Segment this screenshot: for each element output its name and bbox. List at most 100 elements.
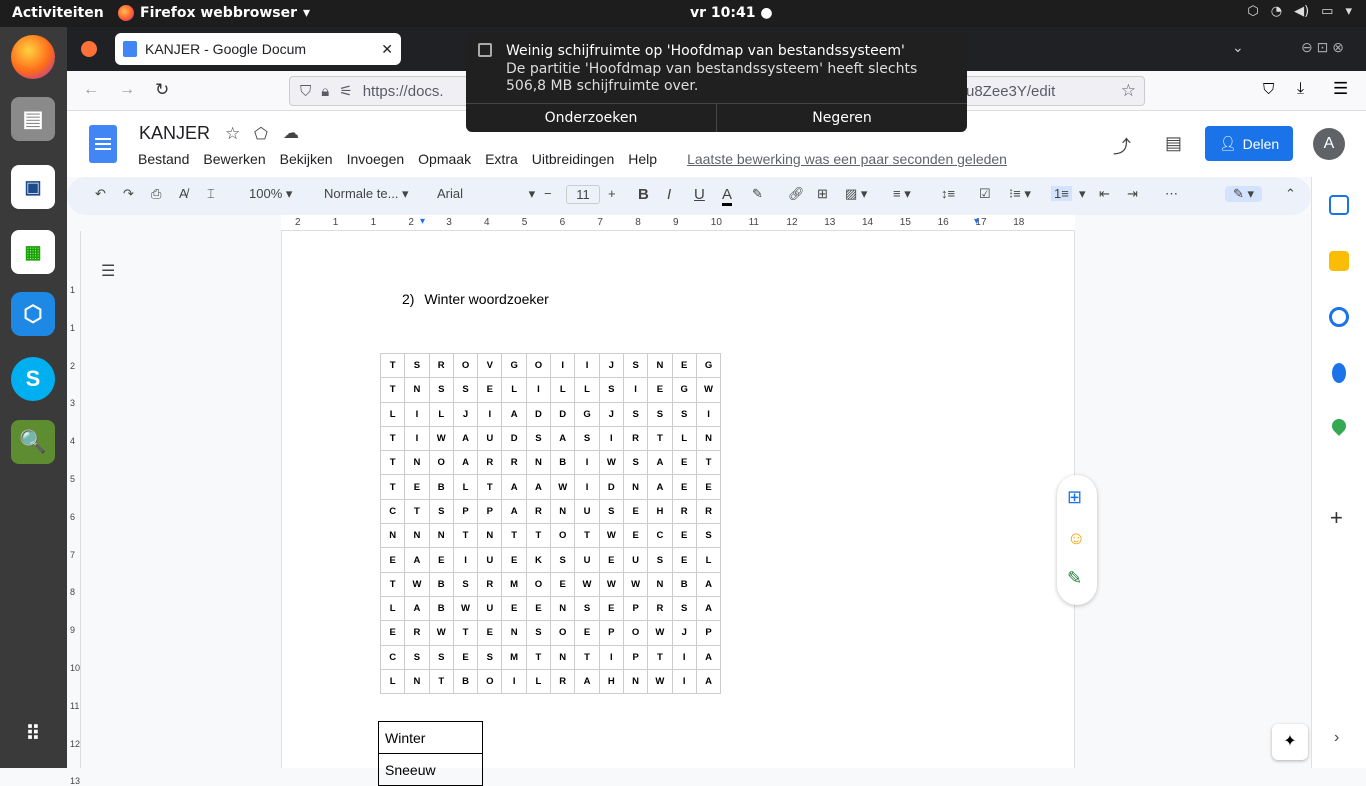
font-select[interactable]: Arial ▾: [437, 186, 535, 202]
keep-icon[interactable]: [1329, 251, 1349, 271]
font-size-input[interactable]: 11: [566, 185, 600, 204]
tasks-icon[interactable]: [1329, 307, 1349, 327]
investigate-button[interactable]: Onderzoeken: [466, 104, 717, 132]
font-size-increase-icon[interactable]: +: [608, 186, 616, 201]
maps-icon[interactable]: [1329, 416, 1349, 436]
increase-indent-icon[interactable]: ⇥: [1127, 186, 1138, 202]
bold-icon[interactable]: B: [638, 186, 649, 203]
checklist-icon[interactable]: ☑: [979, 186, 991, 202]
document-page[interactable]: 2) Winter woordzoeker TSROVGOIIJSNEGTNSS…: [281, 231, 1075, 786]
highlight-icon[interactable]: ✎: [752, 186, 763, 202]
image-viewer-icon[interactable]: 🔍: [11, 420, 55, 464]
close-icon[interactable]: ✕: [381, 41, 393, 58]
word-list-item[interactable]: Winter: [378, 721, 483, 754]
suggest-edit-icon[interactable]: ✎: [1067, 568, 1082, 589]
emoji-reaction-icon[interactable]: ☺: [1067, 528, 1085, 549]
line-spacing-icon[interactable]: ↕≡: [941, 186, 955, 201]
menu-bekijken[interactable]: Bekijken: [280, 151, 333, 167]
right-indent-marker[interactable]: ▾: [974, 216, 979, 227]
reload-icon[interactable]: ↻: [155, 80, 169, 100]
grid-cell: N: [404, 377, 430, 403]
tab-list-icon[interactable]: ⌄: [1232, 39, 1244, 56]
star-icon[interactable]: ☆: [225, 124, 240, 144]
grid-cell: P: [695, 620, 722, 646]
font-size-decrease-icon[interactable]: −: [544, 186, 552, 201]
share-button[interactable]: 👤︎ Delen: [1205, 126, 1293, 161]
add-comment-icon[interactable]: ⊞: [1067, 487, 1082, 508]
back-icon[interactable]: ←: [83, 81, 99, 99]
align-icon[interactable]: ≡ ▾: [893, 186, 911, 202]
numbered-list-icon[interactable]: 1≡: [1051, 186, 1072, 201]
new-tab-icon[interactable]: +: [347, 37, 359, 60]
avatar[interactable]: A: [1313, 128, 1345, 160]
undo-icon[interactable]: ↶: [95, 186, 106, 202]
collapse-icon[interactable]: ⌃: [1285, 186, 1296, 202]
files-dock-icon[interactable]: ▤: [11, 97, 55, 141]
grid-cell: R: [477, 571, 503, 597]
word-list-item[interactable]: Sneeuw: [378, 753, 483, 786]
menu-bewerken[interactable]: Bewerken: [203, 151, 265, 167]
left-indent-marker[interactable]: ▾: [420, 216, 425, 227]
underline-icon[interactable]: U: [694, 186, 705, 203]
forward-icon[interactable]: →: [119, 81, 135, 99]
contacts-icon[interactable]: [1332, 363, 1346, 383]
menu-uitbreidingen[interactable]: Uitbreidingen: [532, 151, 615, 167]
menu-extra[interactable]: Extra: [485, 151, 518, 167]
show-apps-icon[interactable]: ⠿: [11, 711, 55, 755]
pocket-icon[interactable]: ⛉: [1263, 81, 1274, 98]
menu-opmaak[interactable]: Opmaak: [418, 151, 471, 167]
firefox-view-icon[interactable]: [81, 41, 97, 57]
italic-icon[interactable]: I: [667, 186, 671, 203]
grid-cell: O: [622, 620, 649, 646]
chevron-down-icon[interactable]: ▾: [1079, 186, 1086, 202]
redo-icon[interactable]: ↷: [123, 186, 134, 202]
add-comment-icon[interactable]: ⊞: [817, 186, 828, 202]
more-icon[interactable]: ⋯: [1165, 186, 1178, 202]
menu-invoegen[interactable]: Invoegen: [347, 151, 405, 167]
menu-help[interactable]: Help: [628, 151, 657, 167]
explore-icon[interactable]: ✦: [1272, 724, 1308, 760]
decrease-indent-icon[interactable]: ⇤: [1099, 186, 1110, 202]
downloads-icon[interactable]: ⤓: [1297, 80, 1304, 98]
side-panel: + ›: [1311, 177, 1366, 768]
last-edit-link[interactable]: Laatste bewerking was een paar seconden …: [687, 151, 1007, 167]
libreoffice-impress-icon[interactable]: ▣: [11, 165, 55, 209]
app-dock-icon[interactable]: ⬡: [11, 292, 55, 336]
bookmark-star-icon[interactable]: ☆: [1121, 81, 1136, 101]
activity-trend-icon[interactable]: ⤴: [1113, 133, 1131, 159]
print-icon[interactable]: ⎙: [151, 186, 161, 202]
style-select[interactable]: Normale te... ▾: [324, 186, 409, 202]
vertical-ruler[interactable]: 1 1 2 3 4 5 6 7 8 9 10 11 12 13: [67, 231, 81, 786]
text-color-icon[interactable]: A: [722, 186, 733, 206]
skype-icon[interactable]: S: [11, 357, 55, 401]
comments-icon[interactable]: ▤: [1165, 133, 1182, 154]
bulleted-list-icon[interactable]: ⁝≡ ▾: [1009, 186, 1031, 202]
paint-format-icon[interactable]: ⌶: [207, 186, 215, 202]
window-controls[interactable]: ⊖ ⊡ ⊗: [1301, 39, 1344, 56]
insert-image-icon[interactable]: ▨ ▾: [845, 186, 867, 202]
document-outline-icon[interactable]: ☰: [101, 261, 115, 281]
menu-icon[interactable]: ☰: [1333, 79, 1348, 99]
app-menu[interactable]: Firefox webbrowser ▾: [118, 5, 310, 21]
clock[interactable]: vr 10:41 ●: [690, 5, 773, 21]
docs-logo-icon[interactable]: [89, 125, 117, 163]
activities-button[interactable]: Activiteiten: [12, 5, 104, 21]
grid-cell: C: [379, 498, 406, 525]
libreoffice-calc-icon[interactable]: ▦: [11, 230, 55, 274]
grid-cell: I: [477, 401, 503, 427]
document-title[interactable]: KANJER: [139, 123, 210, 144]
system-tray[interactable]: ⬡ ◔ ◀) ▭ ▾: [1247, 4, 1352, 19]
horizontal-ruler[interactable]: 2 1 1 2 3 4 5 6 7 8 9 10 11 12 13 14 15 16 17 18 ▾ ▾: [67, 215, 1311, 231]
zoom-select[interactable]: 100% ▾: [249, 186, 292, 202]
calendar-icon[interactable]: [1329, 195, 1349, 215]
firefox-dock-icon[interactable]: [11, 35, 55, 79]
editing-mode-icon[interactable]: ✎ ▾: [1225, 186, 1263, 202]
spellcheck-icon[interactable]: A̸: [179, 186, 188, 201]
expand-panel-icon[interactable]: ›: [1334, 729, 1339, 747]
grid-cell: J: [598, 352, 624, 379]
move-icon[interactable]: ⬠: [254, 124, 268, 144]
link-icon[interactable]: 🔗︎: [788, 186, 805, 202]
menu-bestand[interactable]: Bestand: [138, 151, 189, 167]
add-addon-icon[interactable]: +: [1330, 505, 1343, 531]
ignore-button[interactable]: Negeren: [717, 104, 967, 132]
